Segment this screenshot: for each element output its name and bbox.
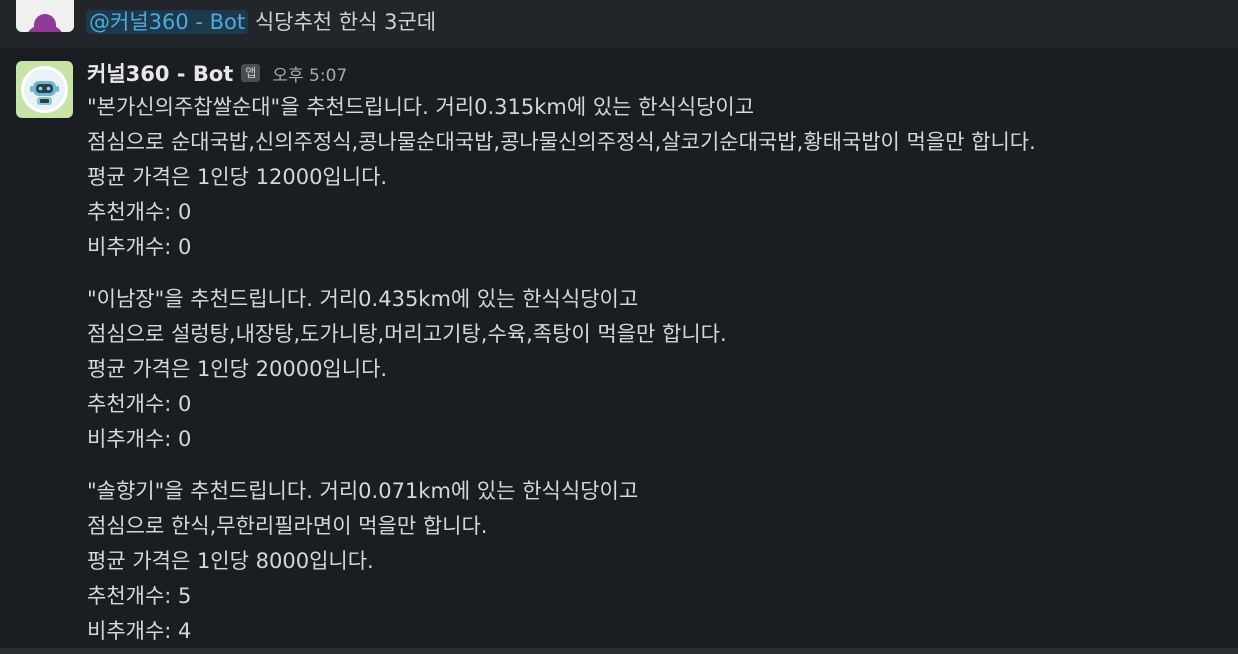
bot-message: 커널360 - Bot 앱 오후 5:07 "본가신의주찹쌀순대"을 추천드립니… [0,48,1238,648]
person-icon [26,14,64,32]
message-timestamp[interactable]: 오후 5:07 [272,61,347,86]
bot-avatar[interactable] [16,61,73,118]
recommendation-upvotes: 추천개수: 0 [87,200,192,224]
previous-message: @커널360 - Bot 식당추천 한식 3군데 [0,0,1238,48]
app-badge: 앱 [241,64,261,82]
recommendation-price: 평균 가격은 1인당 8000입니다. [87,549,374,573]
bot-mention-link[interactable]: @커널360 - Bot [86,10,249,34]
recommendation-block: "솔향기"을 추천드립니다. 거리0.071km에 있는 한식식당이고 점심으로… [87,474,1227,649]
recommendation-menu: 점심으로 설렁탕,내장탕,도가니탕,머리고기탕,수육,족탕이 먹을만 합니다. [87,322,727,346]
recommendation-upvotes: 추천개수: 0 [87,392,192,416]
recommendation-menu: 점심으로 순대국밥,신의주정식,콩나물순대국밥,콩나물신의주정식,살코기순대국밥… [87,130,1036,154]
recommendation-downvotes: 비추개수: 0 [87,427,192,451]
previous-message-body: 식당추천 한식 3군데 [254,10,437,34]
recommendation-upvotes: 추천개수: 5 [87,584,192,608]
recommendation-menu: 점심으로 한식,무한리필라면이 먹을만 합니다. [87,514,488,538]
recommendation-downvotes: 비추개수: 4 [87,619,192,643]
previous-message-text: @커널360 - Bot 식당추천 한식 3군데 [86,6,436,38]
recommendation-block: "이남장"을 추천드립니다. 거리0.435km에 있는 한식식당이고 점심으로… [87,282,1227,457]
recommendation-intro: "솔향기"을 추천드립니다. 거리0.071km에 있는 한식식당이고 [87,479,639,503]
recommendation-price: 평균 가격은 1인당 12000입니다. [87,165,388,189]
recommendation-intro: "본가신의주찹쌀순대"을 추천드립니다. 거리0.315km에 있는 한식식당이… [87,95,755,119]
recommendation-price: 평균 가격은 1인당 20000입니다. [87,357,388,381]
recommendation-block: "본가신의주찹쌀순대"을 추천드립니다. 거리0.315km에 있는 한식식당이… [87,90,1227,265]
recommendation-downvotes: 비추개수: 0 [87,235,192,259]
message-body: "본가신의주찹쌀순대"을 추천드립니다. 거리0.315km에 있는 한식식당이… [87,90,1227,649]
robot-icon [21,66,68,113]
user-avatar[interactable] [16,0,74,32]
sender-name[interactable]: 커널360 - Bot [87,58,233,88]
message-divider [0,648,1238,654]
recommendation-intro: "이남장"을 추천드립니다. 거리0.435km에 있는 한식식당이고 [87,287,639,311]
message-header: 커널360 - Bot 앱 오후 5:07 [87,58,347,88]
